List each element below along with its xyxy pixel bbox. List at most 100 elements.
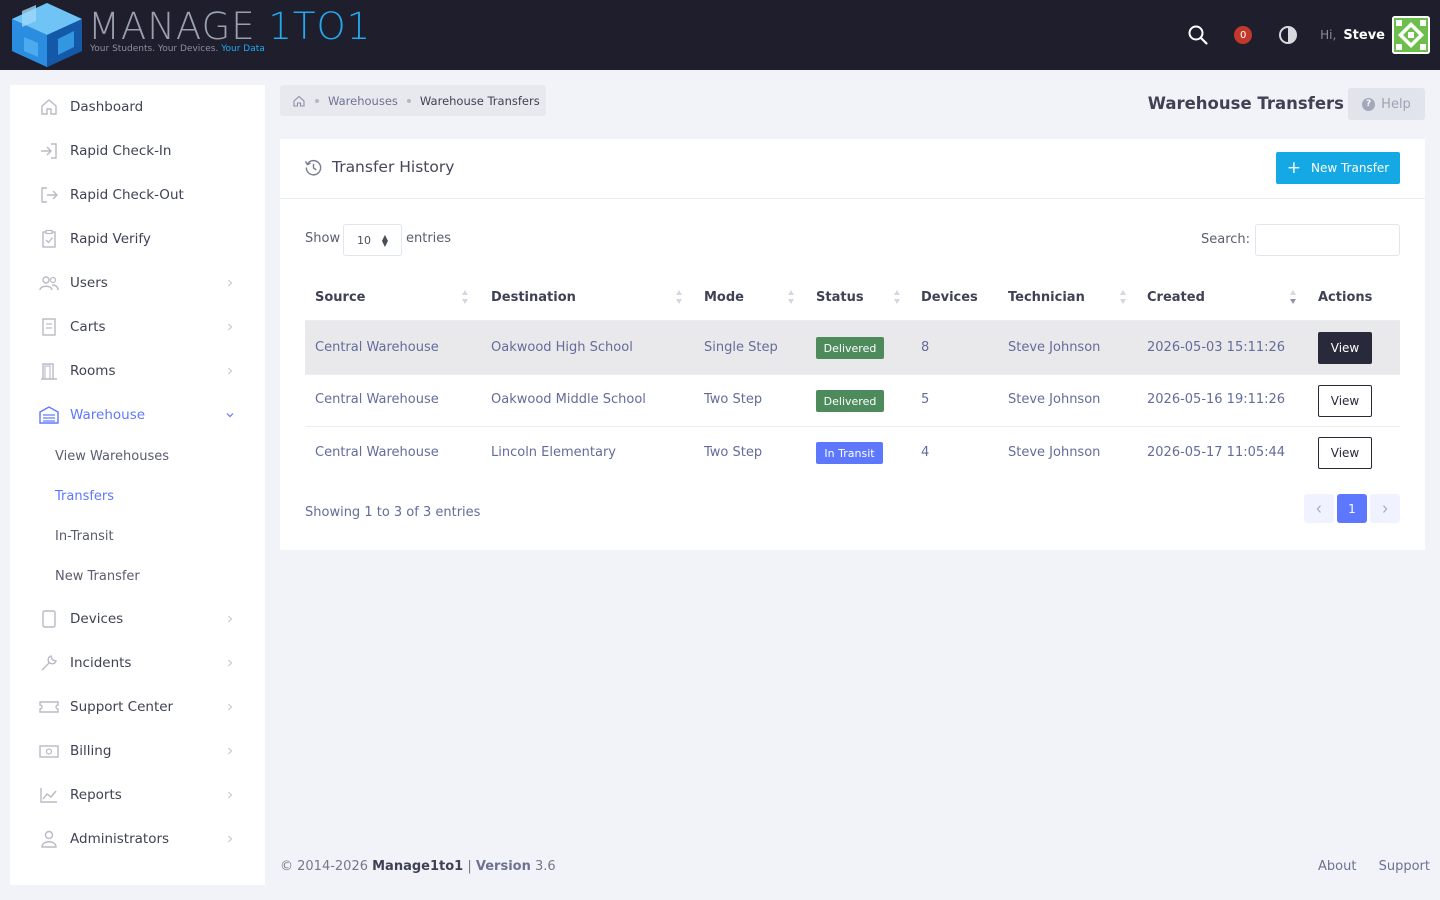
sidebar-item-label: Rapid Check-In (70, 143, 172, 159)
chevron-left-icon (1316, 504, 1321, 513)
transfer-history-card: Transfer History + New Transfer Show 10 … (280, 139, 1425, 550)
new-transfer-label: New Transfer (1311, 161, 1390, 175)
sort-icon[interactable] (1119, 288, 1127, 306)
search-input[interactable] (1255, 224, 1400, 256)
users-icon (39, 276, 59, 291)
table-divider (305, 426, 1400, 427)
view-button[interactable]: View (1318, 437, 1372, 469)
sidebar-subitem-view-warehouses[interactable]: View Warehouses (55, 449, 169, 464)
chevron-right-icon (228, 323, 233, 331)
sidebar-item-label: Warehouse (70, 407, 146, 423)
column-header-status[interactable]: Status (816, 290, 864, 305)
pagination-next[interactable] (1370, 494, 1400, 523)
footer-brand-link[interactable]: Manage1to1 (372, 859, 463, 874)
footer-links: About Support (1300, 859, 1430, 874)
search-icon[interactable] (1186, 23, 1210, 47)
view-button[interactable]: View (1318, 385, 1372, 417)
new-transfer-button[interactable]: + New Transfer (1276, 152, 1400, 184)
help-button[interactable]: ? Help (1348, 88, 1425, 120)
sidebar-item-rapid-check-out[interactable]: Rapid Check-Out (10, 173, 265, 217)
cell-destination: Oakwood Middle School (491, 392, 646, 407)
column-header-created[interactable]: Created (1147, 290, 1205, 305)
sidebar-item-support-center[interactable]: Support Center (10, 685, 265, 729)
sidebar-item-label: Incidents (70, 655, 132, 671)
username[interactable]: Steve (1343, 28, 1385, 43)
sidebar-item-reports[interactable]: Reports (10, 773, 265, 817)
theme-toggle-icon[interactable] (1276, 23, 1300, 47)
app-logo[interactable]: MANAGE 1TO1 Your Students. Your Devices.… (8, 0, 370, 70)
sort-icon[interactable] (675, 288, 683, 306)
breadcrumb-warehouses[interactable]: Warehouses (328, 94, 398, 108)
column-header-source[interactable]: Source (315, 290, 365, 305)
sort-icon[interactable] (893, 288, 901, 306)
cell-destination: Lincoln Elementary (491, 445, 617, 460)
page-title: Warehouse Transfers (1147, 94, 1344, 113)
entries-value: 10 (357, 233, 371, 247)
sign-in-icon (41, 143, 57, 159)
sidebar-item-label: Rapid Check-Out (70, 187, 184, 203)
warehouse-icon (39, 406, 59, 424)
greeting: Hi, (1320, 28, 1337, 42)
avatar[interactable] (1392, 16, 1430, 54)
cell-mode: Two Step (704, 445, 763, 460)
sidebar-item-label: Administrators (70, 831, 170, 847)
column-header-destination[interactable]: Destination (491, 290, 576, 305)
cell-technician: Steve Johnson (1008, 445, 1101, 460)
cell-created: 2026-05-17 11:05:44 (1147, 445, 1286, 460)
logo-wordmark: MANAGE 1TO1 (88, 5, 372, 48)
cell-created: 2026-05-16 19:11:26 (1147, 392, 1286, 407)
pagination-page[interactable]: 1 (1337, 494, 1367, 523)
question-icon: ? (1362, 97, 1376, 111)
cell-technician: Steve Johnson (1008, 340, 1101, 355)
sidebar-subitem-in-transit[interactable]: In-Transit (55, 529, 114, 544)
history-icon (304, 159, 322, 176)
home-icon[interactable] (292, 94, 306, 108)
sidebar-item-billing[interactable]: Billing (10, 729, 265, 773)
sidebar-item-label: Rapid Verify (70, 231, 151, 247)
notification-badge[interactable]: 0 (1234, 26, 1253, 44)
sort-icon[interactable] (787, 288, 795, 306)
sort-icon[interactable] (461, 288, 469, 306)
top-bar: MANAGE 1TO1 Your Students. Your Devices.… (0, 0, 1440, 70)
column-header-devices[interactable]: Devices (921, 290, 978, 305)
table-info: Showing 1 to 3 of 3 entries (305, 505, 481, 520)
pagination-prev[interactable] (1304, 494, 1334, 523)
sidebar-item-rapid-verify[interactable]: Rapid Verify (10, 217, 265, 261)
sidebar-item-administrators[interactable]: Administrators (10, 817, 265, 861)
chevron-right-icon (228, 791, 233, 799)
sidebar-item-rooms[interactable]: Rooms (10, 349, 265, 393)
column-header-mode[interactable]: Mode (704, 290, 744, 305)
view-button[interactable]: View (1318, 332, 1372, 364)
tablet-icon (42, 610, 56, 628)
cell-mode: Single Step (704, 340, 778, 355)
sidebar-item-carts[interactable]: Carts (10, 305, 265, 349)
sidebar-item-users[interactable]: Users (10, 261, 265, 305)
sidebar-item-warehouse[interactable]: Warehouse (10, 393, 265, 437)
footer-support-link[interactable]: Support (1379, 859, 1430, 874)
status-badge: Delivered (816, 337, 884, 359)
cell-destination: Oakwood High School (491, 340, 633, 355)
cell-mode: Two Step (704, 392, 763, 407)
chevron-right-icon (228, 279, 233, 287)
money-icon (39, 745, 59, 758)
sidebar-item-incidents[interactable]: Incidents (10, 641, 265, 685)
sidebar-item-devices[interactable]: Devices (10, 597, 265, 641)
chevron-right-icon (228, 615, 233, 623)
sidebar-subitem-new-transfer[interactable]: New Transfer (55, 569, 140, 584)
cell-technician: Steve Johnson (1008, 392, 1101, 407)
sidebar-item-dashboard[interactable]: Dashboard (10, 85, 265, 129)
sidebar-item-label: Rooms (70, 363, 116, 379)
cube-logo-icon (12, 3, 82, 67)
chevron-right-icon (228, 703, 233, 711)
entries-select[interactable]: 10 ▲ ▼ (343, 224, 402, 256)
sidebar-item-label: Carts (70, 319, 106, 335)
chevron-right-icon (228, 367, 233, 375)
cell-devices: 4 (921, 445, 930, 460)
sidebar-subitem-transfers[interactable]: Transfers (55, 489, 114, 504)
column-header-technician[interactable]: Technician (1008, 290, 1085, 305)
sidebar-item-rapid-check-in[interactable]: Rapid Check-In (10, 129, 265, 173)
cell-source: Central Warehouse (315, 392, 439, 407)
footer-about-link[interactable]: About (1318, 859, 1356, 874)
sort-desc-icon[interactable] (1289, 288, 1297, 306)
status-badge: In Transit (816, 442, 883, 464)
